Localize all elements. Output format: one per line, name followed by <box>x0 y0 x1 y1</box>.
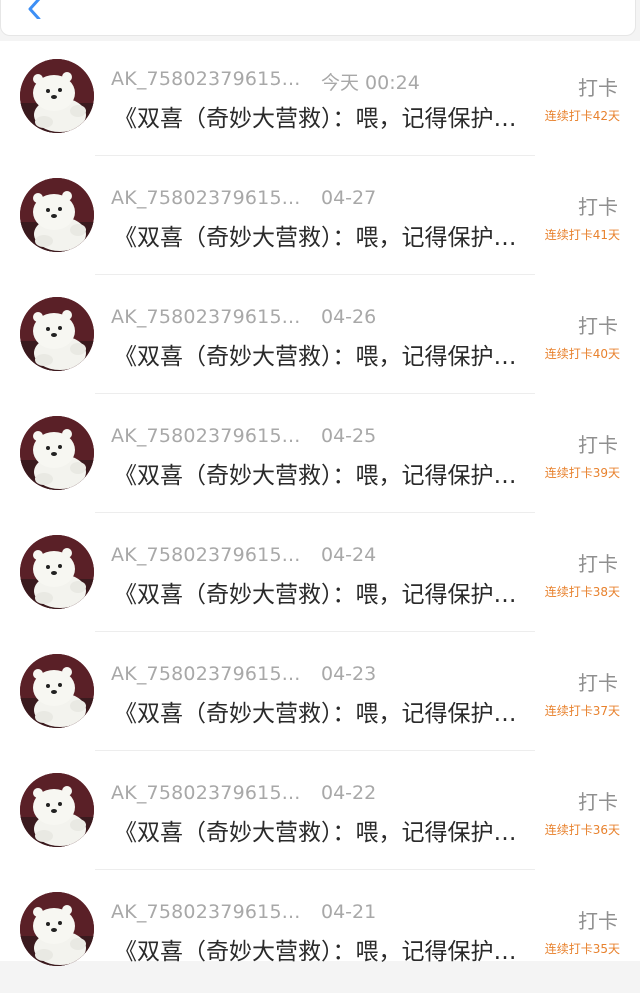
timestamp: 04-23 <box>321 663 377 685</box>
divider <box>95 750 535 751</box>
polar-bear-avatar-image <box>20 773 94 847</box>
user-name: AK_75802379615... <box>111 425 301 447</box>
streak-label: 连续打卡37天 <box>544 704 620 718</box>
avatar[interactable] <box>20 59 94 133</box>
list-item[interactable]: AK_75802379615... 04-24 《双喜（奇妙大营救）：喂，记得保… <box>0 517 640 636</box>
avatar[interactable] <box>20 416 94 490</box>
divider <box>95 869 535 870</box>
checkin-button[interactable]: 打卡 <box>578 905 618 934</box>
checkin-button[interactable]: 打卡 <box>578 548 618 577</box>
polar-bear-avatar-image <box>20 535 94 609</box>
message-preview: 《双喜（奇妙大营救）：喂，记得保护… <box>114 225 517 251</box>
checkin-button[interactable]: 打卡 <box>578 667 618 696</box>
streak-label: 连续打卡40天 <box>544 347 620 361</box>
list-item[interactable]: AK_75802379615... 04-22 《双喜（奇妙大营救）：喂，记得保… <box>0 755 640 874</box>
message-preview: 《双喜（奇妙大营救）：喂，记得保护… <box>114 344 517 370</box>
timestamp: 今天 00:24 <box>321 72 420 94</box>
user-name: AK_75802379615... <box>111 306 301 328</box>
checkin-button[interactable]: 打卡 <box>578 786 618 815</box>
polar-bear-avatar-image <box>20 654 94 728</box>
checkin-button[interactable]: 打卡 <box>578 310 618 339</box>
user-name: AK_75802379615... <box>111 68 301 90</box>
list-item[interactable]: AK_75802379615... 04-25 《双喜（奇妙大营救）：喂，记得保… <box>0 398 640 517</box>
streak-label: 连续打卡41天 <box>544 228 620 242</box>
timestamp: 04-26 <box>321 306 377 328</box>
back-button[interactable] <box>23 0 47 21</box>
message-preview: 《双喜（奇妙大营救）：喂，记得保护… <box>114 582 517 608</box>
message-preview: 《双喜（奇妙大营救）：喂，记得保护… <box>114 939 517 965</box>
polar-bear-avatar-image <box>20 892 94 966</box>
user-name: AK_75802379615... <box>111 187 301 209</box>
streak-label: 连续打卡36天 <box>544 823 620 837</box>
streak-label: 连续打卡39天 <box>544 466 620 480</box>
user-name: AK_75802379615... <box>111 663 301 685</box>
polar-bear-avatar-image <box>20 59 94 133</box>
checkin-button[interactable]: 打卡 <box>578 191 618 220</box>
list-item[interactable]: AK_75802379615... 今天 00:24 《双喜（奇妙大营救）：喂，… <box>0 41 640 160</box>
user-name: AK_75802379615... <box>111 901 301 923</box>
avatar[interactable] <box>20 178 94 252</box>
timestamp: 04-24 <box>321 544 377 566</box>
message-preview: 《双喜（奇妙大营救）：喂，记得保护… <box>114 106 517 132</box>
avatar[interactable] <box>20 297 94 371</box>
streak-label: 连续打卡35天 <box>544 942 620 956</box>
user-name: AK_75802379615... <box>111 782 301 804</box>
polar-bear-avatar-image <box>20 178 94 252</box>
avatar[interactable] <box>20 654 94 728</box>
list-item[interactable]: AK_75802379615... 04-26 《双喜（奇妙大营救）：喂，记得保… <box>0 279 640 398</box>
polar-bear-avatar-image <box>20 297 94 371</box>
divider <box>95 512 535 513</box>
divider <box>95 274 535 275</box>
message-preview: 《双喜（奇妙大营救）：喂，记得保护… <box>114 820 517 846</box>
checkin-button[interactable]: 打卡 <box>578 429 618 458</box>
polar-bear-avatar-image <box>20 416 94 490</box>
avatar[interactable] <box>20 892 94 966</box>
timestamp: 04-25 <box>321 425 377 447</box>
list-item[interactable]: AK_75802379615... 04-21 《双喜（奇妙大营救）：喂，记得保… <box>0 874 640 993</box>
timestamp: 04-21 <box>321 901 377 923</box>
divider <box>95 631 535 632</box>
message-preview: 《双喜（奇妙大营救）：喂，记得保护… <box>114 463 517 489</box>
avatar[interactable] <box>20 535 94 609</box>
checkin-list: AK_75802379615... 今天 00:24 《双喜（奇妙大营救）：喂，… <box>0 41 640 966</box>
divider <box>95 393 535 394</box>
list-item[interactable]: AK_75802379615... 04-27 《双喜（奇妙大营救）：喂，记得保… <box>0 160 640 279</box>
divider <box>95 155 535 156</box>
list-item[interactable]: AK_75802379615... 04-23 《双喜（奇妙大营救）：喂，记得保… <box>0 636 640 755</box>
message-preview: 《双喜（奇妙大营救）：喂，记得保护… <box>114 701 517 727</box>
top-bar <box>0 0 636 36</box>
timestamp: 04-22 <box>321 782 377 804</box>
chevron-left-icon <box>28 0 41 21</box>
timestamp: 04-27 <box>321 187 377 209</box>
user-name: AK_75802379615... <box>111 544 301 566</box>
checkin-button[interactable]: 打卡 <box>578 72 618 101</box>
streak-label: 连续打卡42天 <box>544 109 620 123</box>
streak-label: 连续打卡38天 <box>544 585 620 599</box>
avatar[interactable] <box>20 773 94 847</box>
